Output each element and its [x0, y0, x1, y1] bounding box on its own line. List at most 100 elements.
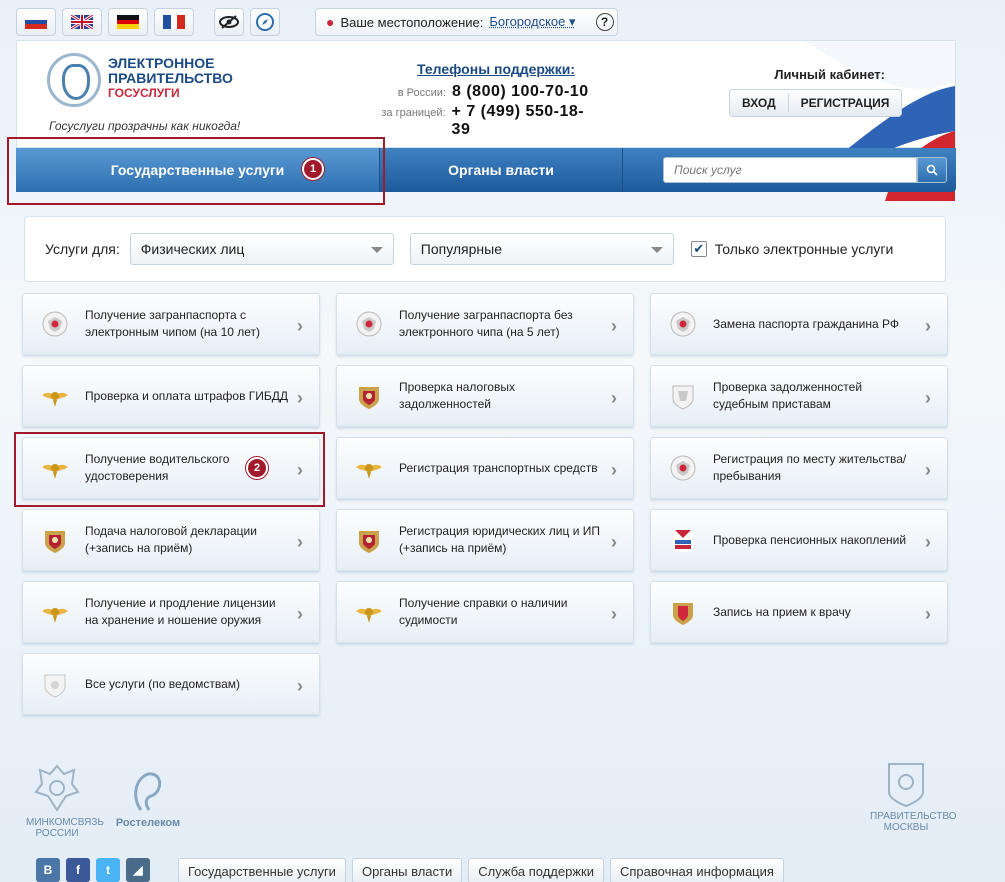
login-button[interactable]: ВХОД: [730, 90, 788, 116]
service-card[interactable]: Регистрация юридических лиц и ИП (+запис…: [336, 509, 634, 571]
footer-link-services[interactable]: Государственные услуги: [178, 858, 346, 882]
chevron-right-icon: ›: [611, 388, 617, 408]
rostelecom-logo[interactable]: Ростелеком: [112, 770, 184, 829]
service-card[interactable]: Подача налоговой декларации (+запись на …: [22, 509, 320, 571]
service-label: Регистрация транспортных средств: [399, 460, 598, 475]
support-phones: Телефоны поддержки: в России: 8 (800) 10…: [372, 61, 602, 139]
footer-nav: В f t ◢ Государственные услуги Органы вл…: [36, 858, 784, 882]
service-card[interactable]: Регистрация транспортных средств ›: [336, 437, 634, 499]
slogan: Госуслуги прозрачны как никогда!: [49, 119, 241, 133]
phone-abroad: за границей: + 7 (499) 550-18-39: [372, 103, 602, 139]
footer-link-authorities[interactable]: Органы власти: [351, 858, 463, 882]
electronic-only-filter[interactable]: ✔ Только электронные услуги: [690, 241, 893, 257]
service-card[interactable]: Получение загранпаспорта с электронным ч…: [22, 293, 320, 355]
chevron-down-icon: [650, 247, 663, 253]
service-card[interactable]: Проверка и оплата штрафов ГИБДД ›: [22, 365, 320, 427]
service-label: Все услуги (по ведомствам): [85, 676, 241, 691]
audience-value: Физических лиц: [140, 241, 245, 257]
moscow-line-2: МОСКВЫ: [883, 822, 929, 833]
annotation-badge-1: 1: [302, 158, 324, 180]
rss-icon[interactable]: ◢: [126, 858, 150, 882]
lang-de-button[interactable]: [108, 8, 148, 36]
fns-emblem-icon: [345, 374, 393, 418]
ru-flag-icon: [25, 15, 47, 29]
tab-authorities[interactable]: Органы власти: [380, 148, 623, 192]
service-card[interactable]: Регистрация по месту жительства/пребыван…: [650, 437, 948, 499]
footer-link-reference[interactable]: Справочная информация: [609, 858, 784, 882]
fns-emblem-icon: [345, 518, 393, 562]
logo-line-2: ПРАВИТЕЛЬСТВО: [108, 70, 233, 86]
service-label: Подача налоговой декларации (+запись на …: [85, 524, 257, 555]
location-selector[interactable]: Богородское ▾: [489, 14, 575, 30]
fms-emblem-icon: [659, 446, 707, 490]
search-icon: [926, 164, 938, 176]
logo-line-3: ГОСУСЛУГИ: [108, 86, 180, 100]
site-header: ЭЛЕКТРОННОЕ ПРАВИТЕЛЬСТВО ГОСУСЛУГИ Госу…: [16, 40, 956, 201]
annotation-box-1: [7, 137, 385, 205]
service-card[interactable]: Проверка задолженностей судебным пристав…: [650, 365, 948, 427]
service-card[interactable]: Все услуги (по ведомствам) ›: [22, 653, 320, 715]
support-title[interactable]: Телефоны поддержки:: [390, 61, 602, 77]
help-icon[interactable]: ?: [595, 13, 614, 31]
moscow-gov-logo[interactable]: ПРАВИТЕЛЬСТВО МОСКВЫ: [870, 762, 957, 833]
vk-icon[interactable]: В: [36, 858, 60, 882]
search-button[interactable]: [917, 157, 947, 183]
audience-select[interactable]: Физических лиц: [129, 233, 394, 265]
moscow-line-1: ПРАВИТЕЛЬСТВО: [870, 811, 957, 822]
auth-buttons: ВХОД РЕГИСТРАЦИЯ: [729, 89, 903, 117]
accessibility-button[interactable]: [214, 8, 244, 36]
electronic-only-checkbox[interactable]: ✔: [690, 241, 707, 257]
service-label: Проверка и оплата штрафов ГИБДД: [85, 388, 289, 403]
mvd-eagle-icon: [31, 374, 79, 418]
service-card[interactable]: Получение загранпаспорта без электронног…: [336, 293, 634, 355]
location-bar: ● Ваше местоположение: Богородское ▾ ?: [315, 8, 618, 36]
sort-select[interactable]: Популярные: [409, 233, 674, 265]
compass-icon: [256, 13, 274, 31]
location-value: Богородское: [489, 14, 566, 29]
filter-bar: Услуги для: Физических лиц Популярные ✔ …: [24, 216, 946, 282]
chevron-right-icon: ›: [925, 388, 931, 408]
en-flag-icon: [71, 15, 93, 29]
lang-ru-button[interactable]: [16, 8, 56, 36]
footer-link-support[interactable]: Служба поддержки: [468, 858, 604, 882]
chevron-right-icon: ›: [611, 316, 617, 336]
service-card[interactable]: Получение и продление лицензии на хранен…: [22, 581, 320, 643]
minsvyaz-logo[interactable]: МИНКОМСВЯЗЬ РОССИИ: [26, 762, 104, 839]
chevron-right-icon: ›: [611, 460, 617, 480]
services-for-label: Услуги для:: [45, 241, 120, 257]
gosuslugi-logo-icon[interactable]: [47, 53, 101, 107]
lang-en-button[interactable]: [62, 8, 102, 36]
service-card[interactable]: Запись на прием к врачу ›: [650, 581, 948, 643]
fms-emblem-icon: [345, 302, 393, 346]
logo-text[interactable]: ЭЛЕКТРОННОЕ ПРАВИТЕЛЬСТВО ГОСУСЛУГИ: [108, 56, 233, 101]
compass-button[interactable]: [250, 8, 280, 36]
service-label: Получение загранпаспорта без электронног…: [399, 308, 573, 339]
service-card[interactable]: Замена паспорта гражданина РФ ›: [650, 293, 948, 355]
rostelecom-icon: [134, 772, 162, 811]
fns-emblem-icon: [31, 518, 79, 562]
fms-emblem-icon: [31, 302, 79, 346]
minsvyaz-line-1: МИНКОМСВЯЗЬ: [26, 817, 104, 828]
chevron-right-icon: ›: [925, 532, 931, 552]
chevron-right-icon: ›: [297, 316, 303, 336]
service-card[interactable]: Получение справки о наличии судимости ›: [336, 581, 634, 643]
logo-line-1: ЭЛЕКТРОННОЕ: [108, 55, 215, 71]
language-bar: [16, 8, 280, 38]
facebook-icon[interactable]: f: [66, 858, 90, 882]
cabinet-title: Личный кабинет:: [774, 67, 885, 82]
search-input[interactable]: [663, 157, 917, 183]
twitter-icon[interactable]: t: [96, 858, 120, 882]
service-card[interactable]: Проверка налоговых задолженностей ›: [336, 365, 634, 427]
service-label: Проверка задолженностей судебным пристав…: [713, 380, 863, 411]
chevron-right-icon: ›: [611, 604, 617, 624]
lang-fr-button[interactable]: [154, 8, 194, 36]
russia-emblem-icon: [34, 764, 80, 812]
register-button[interactable]: РЕГИСТРАЦИЯ: [789, 90, 902, 116]
service-card[interactable]: Проверка пенсионных накоплений ›: [650, 509, 948, 571]
fr-flag-icon: [163, 15, 185, 29]
annotation-badge-2: 2: [246, 457, 268, 479]
location-label: Ваше местоположение:: [340, 14, 484, 30]
service-label: Замена паспорта гражданина РФ: [713, 316, 899, 331]
